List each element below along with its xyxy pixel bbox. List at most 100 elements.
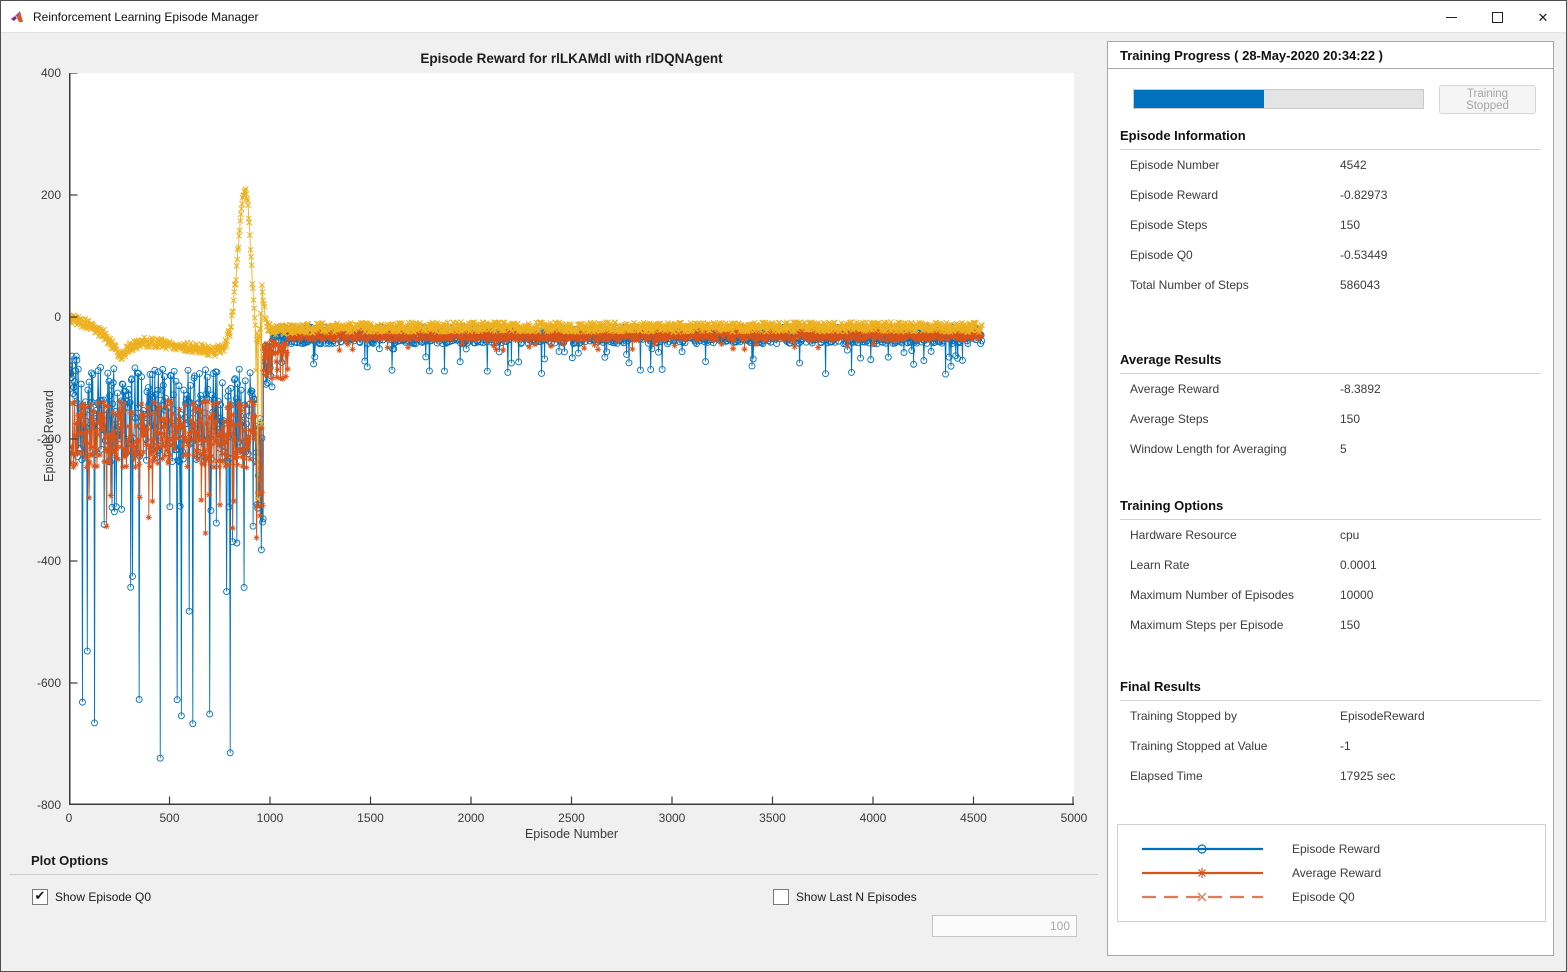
row-value: 150	[1340, 412, 1361, 426]
show-last-n-option: ✔ Show Last N Episodes	[773, 888, 917, 905]
y-tick-label: 0	[54, 310, 61, 324]
row-value: 150	[1340, 618, 1361, 632]
close-button[interactable]: ✕	[1520, 1, 1566, 33]
row-value: -1	[1340, 739, 1351, 753]
info-row: Window Length for Averaging 5	[1120, 434, 1541, 464]
panel-title: Training Progress ( 28-May-2020 20:34:22…	[1108, 42, 1553, 69]
show-last-n-checkbox[interactable]: ✔	[773, 888, 789, 905]
y-tick-label: -400	[36, 554, 61, 568]
row-label: Training Stopped at Value	[1130, 739, 1268, 753]
row-label: Total Number of Steps	[1130, 278, 1249, 292]
x-tick-label: 5000	[1060, 811, 1088, 825]
row-value: 17925 sec	[1340, 769, 1396, 783]
row-value: EpisodeReward	[1340, 709, 1425, 723]
x-tick-label: 1000	[256, 811, 284, 825]
plot-area	[69, 73, 1074, 805]
row-label: Training Stopped by	[1130, 709, 1237, 723]
legend-swatch	[1142, 844, 1263, 854]
minimize-button[interactable]	[1428, 1, 1474, 33]
y-tick-label: -800	[36, 798, 61, 812]
info-row: Total Number of Steps 586043	[1120, 270, 1541, 300]
info-row: Training Stopped at Value -1	[1120, 731, 1541, 761]
row-label: Average Reward	[1130, 382, 1220, 396]
legend-item: Average Reward	[1118, 861, 1545, 885]
row-value: -0.82973	[1340, 188, 1388, 202]
row-value: -0.53449	[1340, 248, 1388, 262]
episode-information-section: Episode Information Episode Number 4542 E…	[1120, 126, 1541, 300]
training-stopped-button[interactable]: Training Stopped	[1439, 85, 1536, 114]
show-episode-q0-label: Show Episode Q0	[55, 889, 152, 904]
show-episode-q0-option: ✔ Show Episode Q0	[32, 888, 151, 905]
row-value: 0.0001	[1340, 558, 1377, 572]
section-title: Episode Information	[1120, 126, 1541, 150]
x-tick-label: 1500	[357, 811, 384, 825]
section-title: Final Results	[1120, 677, 1541, 701]
title-bar[interactable]: Reinforcement Learning Episode Manager ✕	[1, 1, 1566, 33]
row-value: -8.3892	[1340, 382, 1381, 396]
row-label: Window Length for Averaging	[1130, 442, 1287, 456]
row-label: Elapsed Time	[1130, 769, 1203, 783]
info-row: Maximum Number of Episodes 10000	[1120, 580, 1541, 610]
last-n-episodes-input[interactable]	[932, 915, 1077, 937]
row-label: Episode Q0	[1130, 248, 1193, 262]
app-window: Reinforcement Learning Episode Manager ✕…	[0, 0, 1567, 972]
info-row: Episode Steps 150	[1120, 210, 1541, 240]
row-value: 586043	[1340, 278, 1381, 292]
legend-label: Episode Reward	[1292, 842, 1381, 856]
info-row: Average Reward -8.3892	[1120, 374, 1541, 404]
info-row: Learn Rate 0.0001	[1120, 550, 1541, 580]
maximize-button[interactable]	[1474, 1, 1520, 33]
legend-label: Average Reward	[1292, 866, 1382, 880]
legend-item: Episode Q0	[1118, 885, 1545, 909]
row-value: 5	[1340, 442, 1347, 456]
minimize-icon	[1445, 16, 1457, 18]
section-title: Average Results	[1120, 350, 1541, 374]
info-row: Elapsed Time 17925 sec	[1120, 761, 1541, 791]
row-value: 150	[1340, 218, 1361, 232]
x-axis-label: Episode Number	[524, 827, 619, 841]
info-row: Training Stopped by EpisodeReward	[1120, 701, 1541, 731]
legend-swatch	[1142, 868, 1263, 878]
x-tick-label: 3500	[759, 811, 786, 825]
app-icon	[10, 9, 26, 25]
x-tick-label: 4000	[859, 811, 887, 825]
training-progress-bar	[1133, 89, 1424, 109]
chart-legend: Episode Reward Average Reward Episode Q0	[1117, 824, 1546, 922]
plot-options-divider	[9, 874, 1098, 875]
info-row: Hardware Resource cpu	[1120, 520, 1541, 550]
row-label: Average Steps	[1130, 412, 1209, 426]
final-results-section: Final Results Training Stopped by Episode…	[1120, 677, 1541, 791]
window-title: Reinforcement Learning Episode Manager	[33, 10, 259, 24]
x-tick-label: 500	[159, 811, 180, 825]
row-label: Maximum Steps per Episode	[1130, 618, 1284, 632]
x-tick-label: 0	[65, 811, 73, 825]
row-label: Maximum Number of Episodes	[1130, 588, 1295, 602]
y-tick-label: -200	[36, 432, 61, 446]
show-last-n-label: Show Last N Episodes	[796, 889, 917, 904]
info-row: Episode Number 4542	[1120, 150, 1541, 180]
info-row: Episode Reward -0.82973	[1120, 180, 1541, 210]
x-tick-label: 2000	[457, 811, 485, 825]
close-icon: ✕	[1537, 9, 1549, 25]
row-value: 4542	[1340, 158, 1367, 172]
figure-area: Episode Reward for rlLKAMdl with rlDQNAg…	[1, 33, 1101, 971]
info-row: Average Steps 150	[1120, 404, 1541, 434]
legend-label: Episode Q0	[1292, 890, 1355, 904]
row-value: cpu	[1340, 528, 1360, 542]
legend-item: Episode Reward	[1118, 837, 1545, 861]
x-tick-label: 2500	[558, 811, 585, 825]
chart-title: Episode Reward for rlLKAMdl with rlDQNAg…	[420, 51, 723, 66]
row-label: Episode Reward	[1130, 188, 1219, 202]
row-label: Learn Rate	[1130, 558, 1190, 572]
x-tick-label: 4500	[960, 811, 987, 825]
plot-options-title: Plot Options	[31, 853, 109, 868]
info-row: Episode Q0 -0.53449	[1120, 240, 1541, 270]
average-results-section: Average Results Average Reward -8.3892 Av…	[1120, 350, 1541, 464]
x-tick-label: 3000	[658, 811, 686, 825]
show-episode-q0-checkbox[interactable]: ✔	[32, 888, 48, 905]
y-tick-label: 200	[40, 188, 61, 202]
y-tick-label: -600	[36, 676, 61, 690]
maximize-icon	[1491, 11, 1503, 23]
row-value: 10000	[1340, 588, 1374, 602]
legend-swatch	[1142, 892, 1263, 902]
